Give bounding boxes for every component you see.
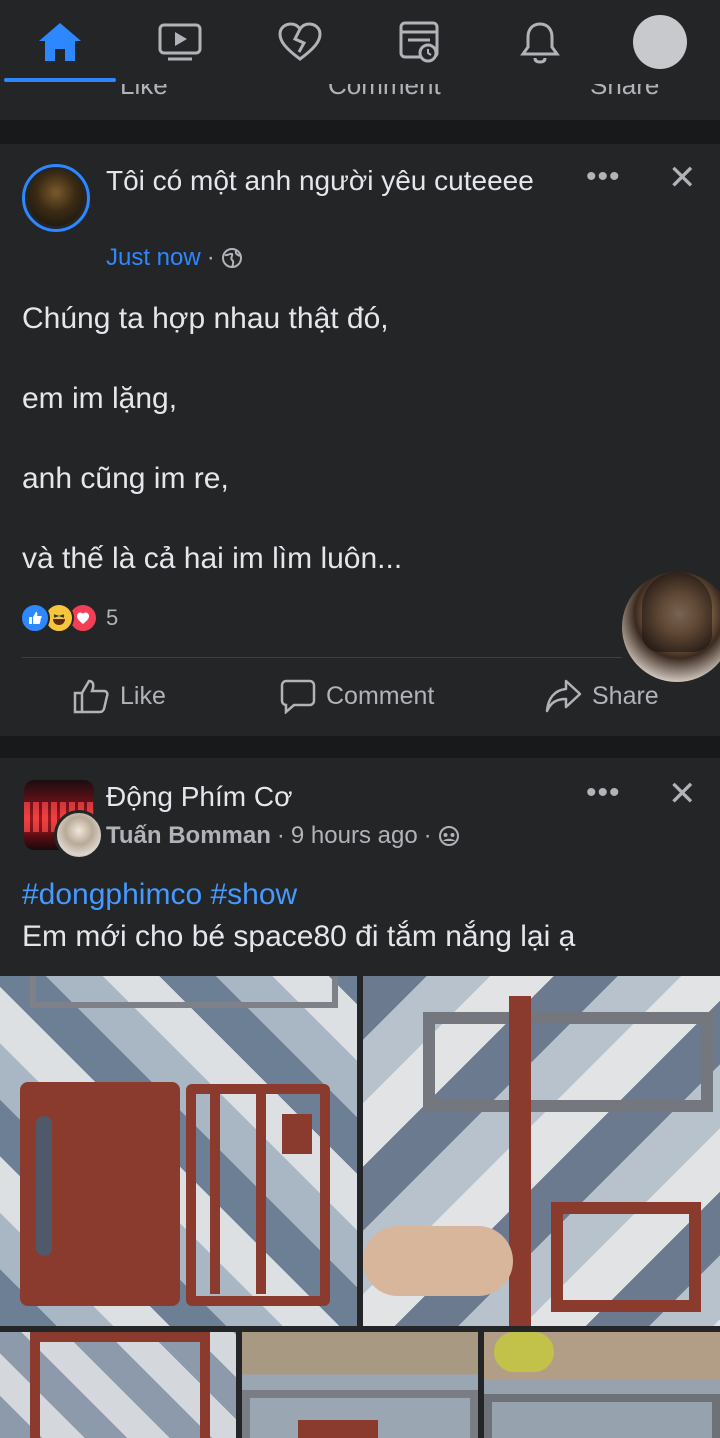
hand-image bbox=[363, 1226, 513, 1296]
keyboard-plate-image bbox=[20, 1082, 180, 1306]
globe-icon bbox=[221, 248, 242, 268]
post-photo[interactable] bbox=[242, 1332, 478, 1438]
like-reaction-icon bbox=[20, 603, 50, 633]
post-text-line: và thế là cả hai im lìm luôn... bbox=[22, 542, 403, 575]
more-options-button[interactable]: ••• bbox=[586, 776, 621, 810]
active-tab-indicator bbox=[4, 78, 116, 82]
author-avatar[interactable] bbox=[54, 810, 104, 860]
meta-separator: · bbox=[276, 822, 285, 849]
avatar bbox=[633, 15, 687, 69]
heart-icon bbox=[278, 22, 322, 61]
comment-label: Comment bbox=[326, 681, 435, 710]
tab-news[interactable] bbox=[360, 14, 480, 70]
thumbs-up-icon bbox=[73, 679, 109, 714]
meta-separator: · bbox=[206, 244, 215, 271]
like-button[interactable]: Like bbox=[120, 84, 168, 101]
keyboard-case-image bbox=[30, 1332, 210, 1438]
post-text-line: Chúng ta hợp nhau thật đó, bbox=[22, 302, 389, 335]
group-name[interactable]: Động Phím Cơ bbox=[106, 778, 292, 815]
tab-dating[interactable] bbox=[240, 14, 360, 70]
post-photo[interactable] bbox=[0, 1332, 236, 1438]
share-button[interactable]: Share bbox=[590, 84, 659, 101]
author-avatar[interactable] bbox=[22, 164, 90, 232]
post-meta: Just now · bbox=[106, 244, 243, 272]
chat-head-image bbox=[642, 572, 712, 652]
video-icon bbox=[158, 23, 202, 61]
comment-icon bbox=[280, 679, 316, 714]
object-image bbox=[494, 1332, 554, 1372]
post-hashtags[interactable]: #dongphimco #show bbox=[22, 878, 297, 912]
news-feed-icon bbox=[399, 21, 439, 63]
keyboard-case-image bbox=[298, 1420, 378, 1438]
bell-icon bbox=[520, 22, 560, 64]
comment-button[interactable]: Comment bbox=[328, 84, 441, 101]
close-post-button[interactable]: ✕ bbox=[668, 158, 697, 198]
keyboard-case-image bbox=[186, 1084, 330, 1306]
post-text-line: em im lặng, bbox=[22, 382, 178, 415]
post-text-line: anh cũng im re, bbox=[22, 462, 229, 495]
share-label: Share bbox=[592, 681, 659, 710]
home-icon bbox=[39, 23, 81, 61]
post-timestamp[interactable]: Just now bbox=[106, 244, 201, 272]
share-icon bbox=[545, 679, 582, 713]
divider bbox=[22, 657, 622, 658]
like-label: Like bbox=[120, 681, 166, 710]
tab-notifications[interactable] bbox=[480, 14, 600, 70]
post-text: Em mới cho bé space80 đi tắm nắng lại ạ bbox=[22, 920, 576, 953]
keyboard-frame-image bbox=[30, 976, 338, 1008]
tab-home[interactable] bbox=[0, 14, 120, 70]
post-photo[interactable] bbox=[0, 976, 357, 1326]
more-options-button[interactable]: ••• bbox=[586, 160, 621, 194]
avatar-image bbox=[28, 170, 84, 226]
reactions-summary[interactable]: 5 bbox=[20, 603, 119, 633]
comment-button[interactable]: Comment bbox=[280, 678, 434, 714]
share-button[interactable]: Share bbox=[544, 678, 659, 714]
post-photo[interactable] bbox=[484, 1332, 720, 1438]
keyboard-frame-image bbox=[423, 1012, 713, 1112]
post-author-name[interactable]: Tuấn Bomman bbox=[106, 822, 271, 850]
keyboard-case-side-image bbox=[509, 996, 531, 1326]
like-button[interactable]: Like bbox=[72, 678, 166, 714]
keyboard-case-image bbox=[551, 1202, 701, 1312]
post-card bbox=[0, 144, 720, 736]
tab-watch[interactable] bbox=[120, 14, 240, 70]
meta-separator: · bbox=[423, 822, 432, 849]
group-icon bbox=[438, 826, 459, 846]
previous-post-actions: Like Comment Share bbox=[0, 84, 720, 120]
post-timestamp[interactable]: 9 hours ago bbox=[291, 822, 418, 850]
close-post-button[interactable]: ✕ bbox=[668, 774, 697, 814]
reaction-count: 5 bbox=[106, 605, 119, 630]
post-photo[interactable] bbox=[363, 976, 720, 1326]
post-meta: Tuấn Bomman · 9 hours ago · bbox=[106, 822, 460, 850]
post-author-name[interactable]: Tôi có một anh người yêu cuteeee bbox=[106, 162, 566, 199]
tab-profile[interactable] bbox=[600, 14, 720, 70]
keyboard-frame-image bbox=[484, 1394, 720, 1438]
